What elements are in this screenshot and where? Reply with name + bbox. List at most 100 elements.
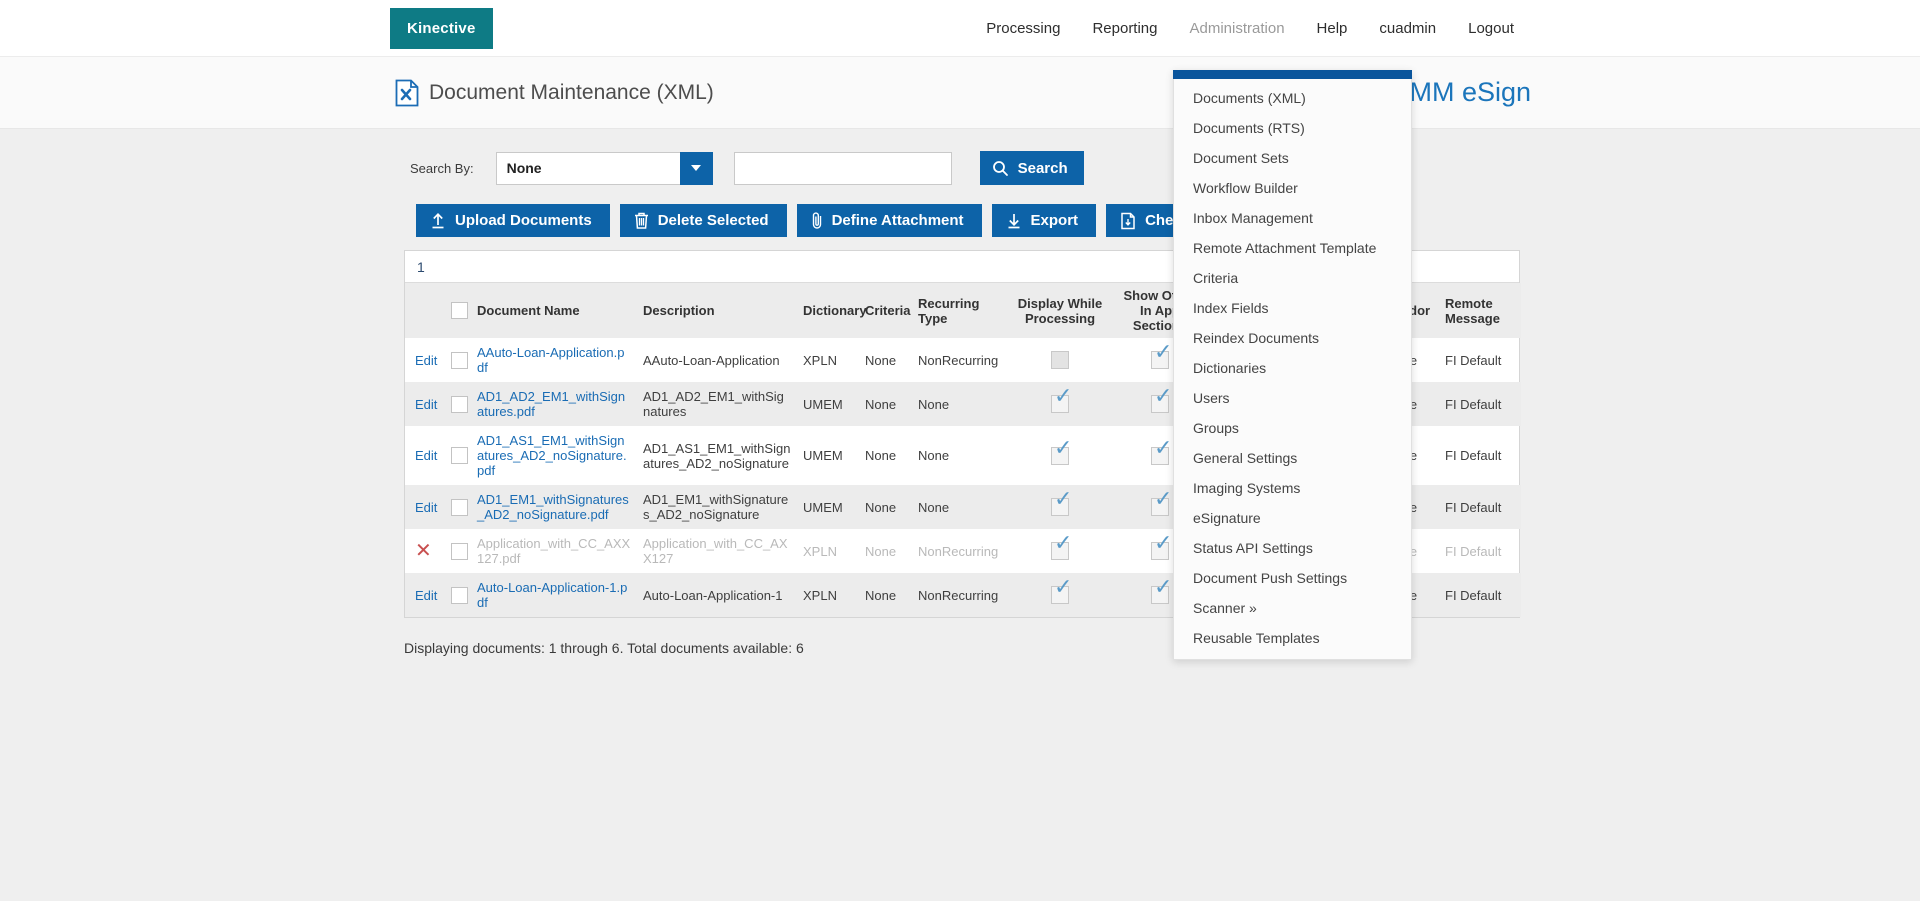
select-dropdown-button[interactable] — [680, 152, 713, 185]
document-name-link[interactable]: Auto-Loan-Application-1.pdf — [477, 580, 627, 610]
action-cell: Edit — [405, 382, 445, 426]
nav-processing[interactable]: Processing — [986, 20, 1060, 37]
kinective-logo[interactable]: Kinective — [390, 8, 493, 49]
top-nav: Processing Reporting Administration Help… — [986, 20, 1514, 37]
document-name-cell: AD1_AS1_EM1_withSignatures_AD2_noSignatu… — [471, 426, 637, 485]
display-while-processing-checkbox[interactable] — [1051, 542, 1069, 560]
remote-message-cell: FI Default — [1439, 573, 1521, 617]
dictionary-cell: UMEM — [797, 485, 859, 529]
delete-x-icon[interactable]: ✕ — [415, 543, 432, 559]
description-cell: AD1_EM1_withSignatures_AD2_noSignature — [637, 485, 797, 529]
show-other-checkbox[interactable] — [1151, 586, 1169, 604]
admin-menu-item[interactable]: Reindex Documents — [1174, 323, 1411, 353]
search-input[interactable] — [734, 152, 952, 185]
admin-menu-item[interactable]: Remote Attachment Template — [1174, 233, 1411, 263]
document-name-cell: AAuto-Loan-Application.pdf — [471, 338, 637, 382]
admin-menu-item[interactable]: eSignature — [1174, 503, 1411, 533]
recurring-type-cell: NonRecurring — [912, 529, 1010, 573]
display-while-processing-checkbox[interactable] — [1051, 498, 1069, 516]
display-while-processing-cell — [1010, 382, 1110, 426]
nav-reporting[interactable]: Reporting — [1092, 20, 1157, 37]
action-cell: Edit — [405, 426, 445, 485]
display-while-processing-checkbox[interactable] — [1051, 351, 1069, 369]
edit-link[interactable]: Edit — [415, 500, 437, 515]
export-button[interactable]: Export — [992, 204, 1097, 237]
toolbar: Upload Documents Delete Selected Define … — [404, 204, 1920, 237]
nav-logout[interactable]: Logout — [1468, 20, 1514, 37]
display-while-processing-checkbox[interactable] — [1051, 395, 1069, 413]
show-other-checkbox[interactable] — [1151, 395, 1169, 413]
criteria-cell: None — [859, 426, 912, 485]
admin-menu-item[interactable]: General Settings — [1174, 443, 1411, 473]
document-name-link[interactable]: AD1_AD2_EM1_withSignatures.pdf — [477, 389, 625, 419]
row-checkbox[interactable] — [451, 587, 468, 604]
admin-menu-item[interactable]: Imaging Systems — [1174, 473, 1411, 503]
show-other-checkbox[interactable] — [1151, 498, 1169, 516]
document-name-link[interactable]: AAuto-Loan-Application.pdf — [477, 345, 624, 375]
admin-menu-item[interactable]: Criteria — [1174, 263, 1411, 293]
search-button[interactable]: Search — [980, 151, 1084, 185]
document-name-link[interactable]: Application_with_CC_AXX127.pdf — [477, 536, 630, 566]
document-name-link[interactable]: AD1_AS1_EM1_withSignatures_AD2_noSignatu… — [477, 433, 627, 478]
upload-icon — [430, 212, 446, 229]
search-row: Search By: None Search — [404, 151, 1920, 185]
admin-menu-item[interactable]: Index Fields — [1174, 293, 1411, 323]
document-xml-icon — [395, 79, 419, 107]
edit-link[interactable]: Edit — [415, 448, 437, 463]
admin-menu-item[interactable]: Reusable Templates — [1174, 623, 1411, 653]
admin-menu-item[interactable]: Dictionaries — [1174, 353, 1411, 383]
display-while-processing-cell — [1010, 573, 1110, 617]
display-while-processing-checkbox[interactable] — [1051, 586, 1069, 604]
nav-administration[interactable]: Administration — [1190, 20, 1285, 37]
admin-menu-item[interactable]: Documents (XML) — [1174, 83, 1411, 113]
show-other-checkbox[interactable] — [1151, 447, 1169, 465]
admin-menu-item[interactable]: Documents (RTS) — [1174, 113, 1411, 143]
row-checkbox[interactable] — [451, 543, 468, 560]
nav-user-cuadmin[interactable]: cuadmin — [1379, 20, 1436, 37]
admin-menu-item[interactable]: Groups — [1174, 413, 1411, 443]
display-while-processing-checkbox[interactable] — [1051, 447, 1069, 465]
select-all-checkbox[interactable] — [451, 302, 468, 319]
recurring-type-cell: NonRecurring — [912, 573, 1010, 617]
document-name-cell: Application_with_CC_AXX127.pdf — [471, 529, 637, 573]
page-number[interactable]: 1 — [417, 259, 425, 275]
remote-message-cell: FI Default — [1439, 529, 1521, 573]
show-other-checkbox[interactable] — [1151, 351, 1169, 369]
admin-menu-item[interactable]: Workflow Builder — [1174, 173, 1411, 203]
description-cell: Application_with_CC_AXX127 — [637, 529, 797, 573]
dictionary-header: Dictionary — [797, 283, 859, 338]
row-checkbox[interactable] — [451, 352, 468, 369]
remote-message-header: Remote Message — [1439, 283, 1521, 338]
admin-menu-item[interactable]: Inbox Management — [1174, 203, 1411, 233]
upload-documents-button[interactable]: Upload Documents — [416, 204, 610, 237]
search-icon — [992, 160, 1009, 177]
row-checkbox[interactable] — [451, 396, 468, 413]
nav-help[interactable]: Help — [1317, 20, 1348, 37]
row-checkbox[interactable] — [451, 499, 468, 516]
display-while-processing-cell — [1010, 426, 1110, 485]
action-cell: ✕ — [405, 529, 445, 573]
document-name-cell: AD1_AD2_EM1_withSignatures.pdf — [471, 382, 637, 426]
admin-menu-item[interactable]: Document Push Settings — [1174, 563, 1411, 593]
show-other-checkbox[interactable] — [1151, 542, 1169, 560]
delete-selected-button[interactable]: Delete Selected — [620, 204, 787, 237]
admin-menu-item[interactable]: Document Sets — [1174, 143, 1411, 173]
recurring-type-cell: None — [912, 485, 1010, 529]
recurring-type-cell: NonRecurring — [912, 338, 1010, 382]
edit-link[interactable]: Edit — [415, 353, 437, 368]
edit-link[interactable]: Edit — [415, 397, 437, 412]
search-by-select[interactable]: None — [496, 152, 713, 185]
define-attachment-button[interactable]: Define Attachment — [797, 204, 982, 237]
checkbox-cell — [445, 338, 471, 382]
checkbox-cell — [445, 485, 471, 529]
define-attachment-label: Define Attachment — [832, 212, 964, 229]
edit-link[interactable]: Edit — [415, 588, 437, 603]
display-while-processing-cell — [1010, 338, 1110, 382]
admin-menu-item[interactable]: Status API Settings — [1174, 533, 1411, 563]
search-by-selected-value: None — [497, 160, 681, 176]
row-checkbox[interactable] — [451, 447, 468, 464]
admin-menu-item[interactable]: Users — [1174, 383, 1411, 413]
remote-message-cell: FI Default — [1439, 338, 1521, 382]
document-name-link[interactable]: AD1_EM1_withSignatures_AD2_noSignature.p… — [477, 492, 629, 522]
admin-menu-item[interactable]: Scanner » — [1174, 593, 1411, 623]
